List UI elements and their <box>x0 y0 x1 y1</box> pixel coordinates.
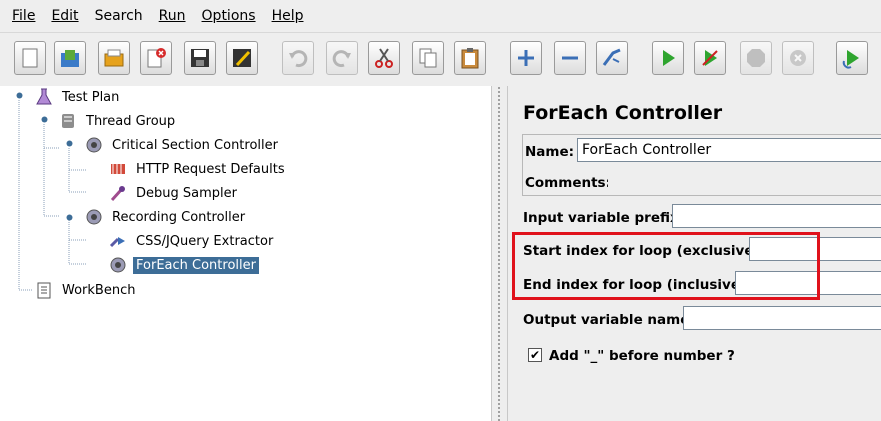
save-button[interactable] <box>184 41 216 75</box>
thread-group-icon <box>58 111 78 131</box>
start-no-pauses-button[interactable] <box>694 41 726 75</box>
collapse-handle-icon[interactable] <box>65 213 74 222</box>
controller-icon <box>84 207 104 227</box>
shutdown-button[interactable] <box>782 41 814 75</box>
collapse-handle-icon[interactable] <box>15 91 24 100</box>
menu-edit[interactable]: Edit <box>43 8 86 24</box>
copy-button[interactable] <box>412 41 444 75</box>
menu-options[interactable]: Options <box>194 8 264 24</box>
config-icon <box>108 159 128 179</box>
tree-node-foreach-controller[interactable]: ForEach Controller <box>108 254 259 276</box>
remote-start-button[interactable] <box>836 41 868 75</box>
tree-node-recording-controller[interactable]: Recording Controller <box>84 206 248 228</box>
paste-button[interactable] <box>454 41 486 75</box>
collapse-all-button[interactable] <box>554 41 586 75</box>
start-button[interactable] <box>652 41 684 75</box>
remote-start-icon <box>842 50 859 69</box>
undo-button[interactable] <box>282 41 314 75</box>
collapse-handle-icon[interactable] <box>65 139 74 148</box>
split-pane-divider[interactable] <box>491 86 508 421</box>
templates-button[interactable] <box>54 41 86 75</box>
menu-search[interactable]: Search <box>87 8 151 24</box>
divider-grip <box>497 86 502 421</box>
expand-all-button[interactable] <box>510 41 542 75</box>
tree-node-debug-sampler[interactable]: Debug Sampler <box>108 182 240 204</box>
start-no-pause-icon <box>702 50 718 66</box>
new-icon <box>22 48 38 68</box>
save-icon <box>191 49 209 67</box>
test-plan-icon <box>34 87 54 107</box>
comments-input[interactable] <box>608 170 881 194</box>
output-variable-name-label: Output variable name <box>523 312 690 328</box>
copy-icon <box>419 48 437 68</box>
name-input[interactable] <box>577 138 881 162</box>
toggle-button[interactable] <box>596 41 628 75</box>
start-icon <box>663 50 675 66</box>
save-as-button[interactable] <box>226 41 258 75</box>
open-button[interactable] <box>98 41 130 75</box>
menu-run[interactable]: Run <box>151 8 194 24</box>
workbench-icon <box>34 280 54 300</box>
toolbar <box>0 32 881 86</box>
tree-node-critical-section-controller[interactable]: Critical Section Controller <box>84 134 281 156</box>
panel-title: ForEach Controller <box>523 102 723 124</box>
close-icon <box>147 48 166 68</box>
name-label: Name: <box>525 144 575 160</box>
new-button[interactable] <box>14 41 46 75</box>
open-icon <box>104 49 124 67</box>
collapse-handle-icon[interactable] <box>40 115 49 124</box>
cut-icon <box>375 48 393 68</box>
controller-icon <box>84 135 104 155</box>
test-plan-tree: Test Plan Thread Group Critical Section … <box>0 86 491 421</box>
sampler-icon <box>108 183 128 203</box>
stop-icon <box>747 49 765 67</box>
extractor-icon <box>108 231 128 251</box>
menu-help[interactable]: Help <box>264 8 312 24</box>
menu-file[interactable]: File <box>4 8 43 24</box>
add-underscore-label: Add "_" before number ? <box>549 348 735 364</box>
redo-button[interactable] <box>326 41 358 75</box>
tree-node-css-jquery-extractor[interactable]: CSS/JQuery Extractor <box>108 230 276 252</box>
controller-icon <box>108 255 128 275</box>
cut-button[interactable] <box>368 41 400 75</box>
stop-button[interactable] <box>740 41 772 75</box>
input-variable-prefix-input[interactable] <box>672 204 881 228</box>
comments-label: Comments: <box>525 175 611 191</box>
add-underscore-checkbox[interactable]: ✔ <box>528 348 542 362</box>
templates-icon <box>61 50 79 67</box>
shutdown-icon <box>790 50 806 66</box>
close-button[interactable] <box>140 41 172 75</box>
input-variable-prefix-label: Input variable prefix <box>523 210 679 226</box>
toggle-icon <box>602 48 621 66</box>
expand-icon <box>518 50 534 66</box>
tree-node-test-plan[interactable]: Test Plan <box>34 86 122 108</box>
tree-node-thread-group[interactable]: Thread Group <box>58 110 178 132</box>
tree-node-http-request-defaults[interactable]: HTTP Request Defaults <box>108 158 288 180</box>
paste-icon <box>461 48 479 69</box>
highlight-box <box>512 232 820 300</box>
tree-node-workbench[interactable]: WorkBench <box>34 279 138 301</box>
undo-icon <box>289 50 308 68</box>
menu-bar: File Edit Search Run Options Help <box>0 0 881 32</box>
collapse-icon <box>562 56 578 60</box>
save-as-icon <box>233 49 251 67</box>
redo-icon <box>332 50 351 68</box>
foreach-controller-panel: ForEach Controller Name: Comments: Input… <box>508 86 881 421</box>
output-variable-name-input[interactable] <box>683 306 881 330</box>
